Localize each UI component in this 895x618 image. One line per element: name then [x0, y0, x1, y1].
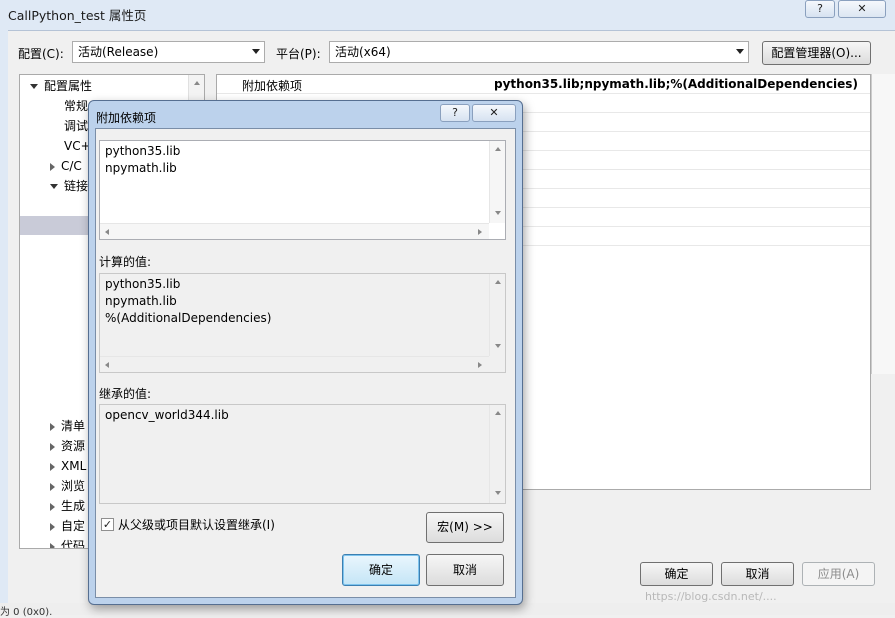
collapse-arrow-icon [50, 502, 55, 511]
tree-label: 链接 [64, 179, 89, 193]
tree-label: XML [61, 459, 87, 473]
dependencies-input[interactable]: python35.lib npymath.lib [99, 140, 506, 240]
tree-label: 代码 [61, 539, 86, 549]
scroll-down-icon [495, 491, 501, 495]
tree-item[interactable]: 浏览 [50, 477, 85, 496]
tree-item[interactable]: 代码 [50, 537, 86, 549]
tree-label: 资源 [61, 439, 86, 453]
dialog-help-button[interactable]: ? [440, 104, 470, 122]
platform-label: 平台(P): [276, 47, 321, 61]
tree-item[interactable]: 清单 [50, 417, 85, 436]
inherit-option[interactable]: ✓ 从父级或项目默认设置继承(I) [101, 516, 275, 533]
entry-line: python35.lib [105, 144, 181, 158]
collapse-arrow-icon [50, 422, 55, 431]
tree-item[interactable]: 自定 [50, 517, 85, 536]
outer-cancel-button[interactable]: 取消 [721, 562, 794, 586]
scroll-down-icon [495, 344, 501, 348]
tree-label: 配置属性 [44, 79, 93, 93]
watermark: https://blog.csdn.net/.... [645, 590, 777, 603]
dialog-title: 附加依赖项 [96, 111, 157, 125]
chevron-down-icon [252, 49, 260, 54]
expand-arrow-icon [30, 84, 38, 89]
window-title: CallPython_test 属性页 [8, 8, 147, 23]
evaluated-vscrollbar[interactable] [489, 274, 505, 356]
collapse-arrow-icon [50, 462, 55, 471]
tree-label: C/C [61, 159, 82, 173]
window-help-button[interactable]: ? [805, 0, 835, 18]
entries-hscrollbar[interactable] [100, 223, 489, 239]
tree-item[interactable]: XML [50, 457, 86, 476]
right-edge-panel [871, 74, 895, 374]
scroll-right-icon [478, 229, 482, 235]
config-manager-button[interactable]: 配置管理器(O)... [762, 41, 871, 65]
property-name: 附加依赖项 [242, 79, 303, 93]
status-text: 为 0 (0x0). [0, 607, 53, 618]
inherited-values-box: opencv_world344.lib [99, 404, 506, 504]
platform-dropdown-value: 活动(x64) [335, 45, 391, 59]
outer-ok-button[interactable]: 确定 [640, 562, 713, 586]
chevron-down-icon [736, 49, 744, 54]
tree-item[interactable]: 调试 [64, 117, 88, 136]
tree-selected-item[interactable] [20, 216, 90, 235]
evaluated-line: npymath.lib [105, 294, 177, 308]
inherited-line: opencv_world344.lib [105, 408, 229, 422]
scroll-down-icon [495, 211, 501, 215]
evaluated-hscrollbar[interactable] [100, 356, 489, 372]
entries-vscrollbar[interactable] [489, 141, 505, 223]
evaluated-values-box: python35.lib npymath.lib %(AdditionalDep… [99, 273, 506, 373]
platform-dropdown[interactable]: 活动(x64) [329, 41, 749, 63]
tree-item[interactable]: 链接 [50, 177, 88, 196]
evaluated-line: python35.lib [105, 277, 181, 291]
config-label: 配置(C): [18, 47, 64, 61]
config-dropdown-value: 活动(Release) [78, 45, 159, 59]
tree-root[interactable]: 配置属性 [30, 77, 92, 96]
evaluated-line: %(AdditionalDependencies) [105, 311, 272, 325]
scroll-left-icon [105, 229, 109, 235]
tree-item[interactable]: C/C [50, 157, 82, 176]
inherited-label: 继承的值: [99, 387, 152, 401]
tree-label: 浏览 [61, 479, 86, 493]
scroll-right-icon [478, 362, 482, 368]
inherit-checkbox[interactable]: ✓ [101, 518, 114, 531]
collapse-arrow-icon [50, 482, 55, 491]
tree-label: 清单 [61, 419, 86, 433]
dialog-close-button[interactable]: ✕ [472, 104, 516, 122]
inherit-checkbox-label: 从父级或项目默认设置继承(I) [118, 518, 275, 532]
collapse-arrow-icon [50, 522, 55, 531]
scroll-up-icon [194, 81, 200, 85]
tree-label: 生成 [61, 499, 86, 513]
dialog-cancel-button[interactable]: 取消 [426, 554, 504, 586]
property-value: python35.lib;npymath.lib;%(AdditionalDep… [494, 77, 858, 91]
collapse-arrow-icon [50, 162, 55, 171]
scroll-left-icon [105, 362, 109, 368]
tree-item[interactable]: 常规 [64, 97, 88, 116]
tree-item[interactable]: 生成 [50, 497, 85, 516]
expand-arrow-icon [50, 184, 58, 189]
tree-label: 自定 [61, 519, 86, 533]
scroll-up-icon [495, 280, 501, 284]
entry-line: npymath.lib [105, 161, 177, 175]
macros-button[interactable]: 宏(M) >> [426, 512, 504, 543]
scroll-up-icon [495, 411, 501, 415]
config-dropdown[interactable]: 活动(Release) [72, 41, 265, 63]
inherited-vscrollbar[interactable] [489, 405, 505, 503]
property-row-selected[interactable]: 附加依赖项 python35.lib;npymath.lib;%(Additio… [217, 75, 870, 94]
scroll-up-icon [495, 147, 501, 151]
dialog-ok-button[interactable]: 确定 [342, 554, 420, 586]
window-close-button[interactable]: ✕ [838, 0, 886, 18]
collapse-arrow-icon [50, 542, 55, 548]
outer-apply-button[interactable]: 应用(A) [802, 562, 875, 586]
tree-item[interactable]: 资源 [50, 437, 85, 456]
evaluated-label: 计算的值: [99, 255, 152, 269]
collapse-arrow-icon [50, 442, 55, 451]
